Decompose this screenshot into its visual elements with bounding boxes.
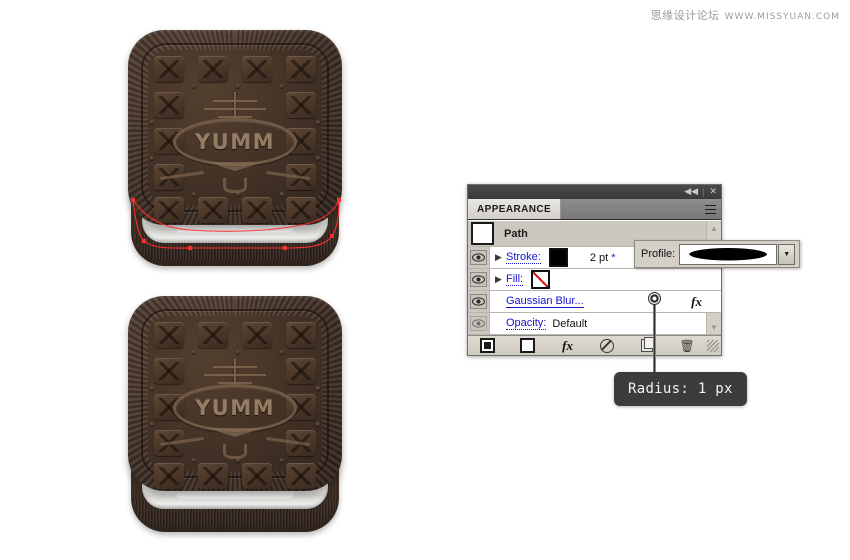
titlebar-divider: |: [702, 187, 705, 197]
panel-tab-bar: APPEARANCE: [468, 199, 721, 220]
callout-leader-line: [653, 300, 656, 378]
panel-menu-icon[interactable]: [704, 204, 716, 214]
visibility-toggle-effect[interactable]: [468, 291, 490, 312]
eye-icon[interactable]: [470, 250, 487, 265]
brand-name: YUMM: [194, 130, 276, 154]
appearance-row-opacity[interactable]: Opacity: Default ▼: [468, 313, 721, 335]
no-symbol-icon: [600, 338, 615, 353]
panel-footer-toolbar: fx 🗑: [468, 335, 721, 355]
visibility-toggle-fill[interactable]: [468, 269, 490, 290]
eye-icon[interactable]: [470, 294, 487, 309]
fill-link[interactable]: Fill:: [506, 273, 524, 286]
stroke-link[interactable]: Stroke:: [506, 251, 541, 264]
watermark-url: WWW.MISSYUAN.COM: [724, 12, 840, 22]
resize-grip[interactable]: [706, 339, 719, 352]
stroke-color-swatch[interactable]: [548, 248, 568, 267]
profile-label: Profile:: [641, 248, 676, 260]
eye-icon[interactable]: [470, 316, 487, 331]
cookie-illustration-top: YUMM: [120, 22, 350, 272]
brand-badge: YUMM: [173, 384, 297, 432]
trash-icon: 🗑: [679, 338, 695, 353]
visibility-toggle-opacity[interactable]: [468, 313, 490, 334]
profile-dropdown-arrow[interactable]: ▼: [778, 243, 796, 265]
panel-title-bar[interactable]: ◀◀ | ✕: [468, 185, 721, 199]
appearance-list: Path ▲ ▶ Stroke: 2 pt * ▶ Fill: Gaussian…: [468, 220, 721, 335]
brand-badge: YUMM: [173, 118, 297, 166]
tab-bar-filler: [561, 199, 721, 219]
eye-icon[interactable]: [470, 272, 487, 287]
path-thumbnail: [471, 222, 494, 245]
crest-bar-1: [213, 100, 257, 102]
watermark-cn: 思缘设计论坛: [650, 9, 720, 22]
add-new-fill-button[interactable]: [508, 336, 548, 355]
top-wafer: YUMM: [128, 30, 342, 225]
filled-square-icon: [480, 338, 496, 353]
chevron-right-icon[interactable]: ▶: [495, 253, 506, 262]
appearance-row-gaussian-blur[interactable]: Gaussian Blur... fx: [468, 291, 721, 313]
crest-bar-2: [204, 108, 266, 110]
appearance-row-label: Path: [504, 227, 528, 240]
crest-drop: [223, 178, 247, 193]
panel-scrollbar-lower[interactable]: ▼: [706, 313, 721, 334]
crest-bar-1: [213, 366, 257, 368]
screenshot-canvas: 思缘设计论坛 WWW.MISSYUAN.COM YUMM YUMM ◀◀ | ✕…: [0, 0, 850, 560]
appearance-row-fill[interactable]: ▶ Fill:: [468, 269, 721, 291]
opacity-link[interactable]: Opacity:: [506, 317, 547, 330]
duplicate-icon: [641, 337, 656, 352]
crest-bar-2: [204, 374, 266, 376]
add-new-stroke-button[interactable]: [468, 336, 508, 355]
callout-pin-marker: [648, 292, 661, 305]
brand-name: YUMM: [194, 396, 276, 420]
visibility-toggle-stroke[interactable]: [468, 247, 490, 268]
cookie-graphic: YUMM: [120, 288, 350, 538]
chevron-down-icon: ▼: [783, 250, 791, 258]
close-icon[interactable]: ✕: [709, 187, 717, 197]
duplicate-item-button[interactable]: [627, 336, 667, 355]
cookie-graphic: YUMM: [120, 22, 350, 272]
opacity-row-content: Opacity: Default ▼: [490, 313, 721, 334]
scroll-down-icon[interactable]: ▼: [707, 320, 721, 334]
crest-stem: [234, 358, 236, 384]
scroll-up-icon[interactable]: ▲: [707, 221, 721, 235]
opacity-value[interactable]: Default: [552, 318, 587, 330]
fx-icon[interactable]: fx: [691, 294, 702, 310]
profile-preview-field[interactable]: [679, 243, 778, 265]
delete-item-button[interactable]: 🗑: [667, 336, 707, 355]
crest-stem: [234, 92, 236, 118]
top-wafer: YUMM: [128, 296, 342, 491]
effect-row-content: Gaussian Blur... fx: [490, 291, 721, 312]
collapse-icon[interactable]: ◀◀: [684, 187, 698, 197]
tab-appearance-label: APPEARANCE: [477, 203, 552, 215]
empty-square-icon: [520, 338, 536, 353]
site-watermark: 思缘设计论坛 WWW.MISSYUAN.COM: [651, 7, 840, 23]
radius-tooltip: Radius: 1 px: [614, 372, 747, 406]
appearance-panel: ◀◀ | ✕ APPEARANCE Path ▲ ▶ Stroke: 2 pt …: [467, 184, 722, 356]
width-profile-lens-icon: [689, 247, 768, 261]
tab-appearance[interactable]: APPEARANCE: [468, 199, 562, 219]
add-new-effect-button[interactable]: fx: [548, 336, 588, 355]
gaussian-blur-link[interactable]: Gaussian Blur...: [506, 295, 584, 308]
fill-row-content: ▶ Fill:: [490, 269, 721, 290]
crest-drop: [223, 444, 247, 459]
stroke-weight-value[interactable]: 2 pt *: [590, 252, 616, 264]
chevron-right-icon[interactable]: ▶: [495, 275, 506, 284]
clear-appearance-button[interactable]: [587, 336, 627, 355]
fill-none-swatch[interactable]: [531, 270, 551, 289]
fx-icon: fx: [562, 337, 573, 353]
stroke-profile-popup: Profile: ▼: [634, 240, 801, 268]
cookie-illustration-bottom: YUMM: [120, 288, 350, 538]
